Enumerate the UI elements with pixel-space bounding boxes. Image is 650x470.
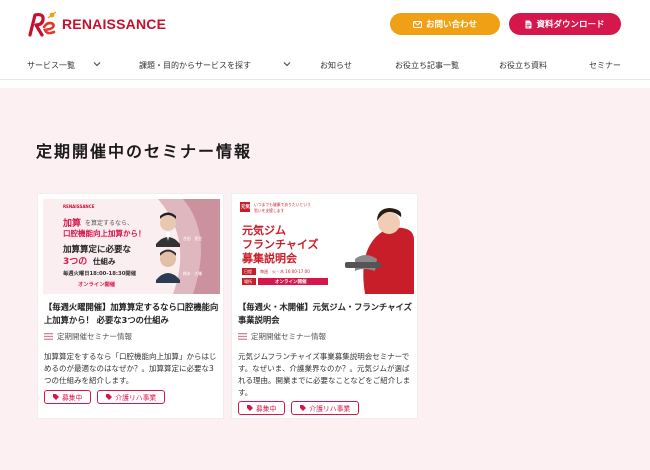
banner-row2-label: 場所 [244,279,252,284]
seminar-card-tags: 募集中 介護リハ事業 [44,390,166,404]
mail-icon [412,20,422,28]
speaker2-name: 橋本 大輔 [183,271,202,276]
seminar-card-title[interactable]: 【毎週火曜開催】加算算定するなら口腔機能向上加算から！ 必要な3つの仕組み [44,301,220,327]
nav-item-news[interactable]: お知らせ [320,60,352,71]
seminar-card-tags: 募集中 介護リハ事業 [238,401,360,415]
page-title: 定期開催中のセミナー情報 [36,142,253,161]
seminar-card-category: 定期開催セミナー情報 [44,331,132,342]
tag-label: 介護リハ事業 [115,394,157,402]
nav-item-seminars[interactable]: セミナー [589,60,621,71]
nav-item-resources[interactable]: お役立ち資料 [499,60,547,71]
tag-icon [300,405,307,411]
tag-recruiting[interactable]: 募集中 [44,390,92,404]
list-icon [44,333,53,340]
chevron-down-icon[interactable] [92,59,102,69]
tag-label: 介護リハ事業 [309,405,351,413]
banner-line1b: を算定するなら、 [85,220,134,227]
tag-icon [53,394,59,400]
document-icon [525,20,532,28]
brand-name: RENAISSANCE [62,16,167,32]
banner-line4a: 3つの [63,257,88,267]
tag-care-rehab[interactable]: 介護リハ事業 [291,401,360,415]
download-button[interactable]: 資料ダウンロード [509,13,621,35]
site-logo[interactable]: RENAISSANCE [26,9,166,39]
logo-mark-icon [26,9,60,39]
banner-badge: 元気 [241,205,250,210]
tag-recruiting[interactable]: 募集中 [238,401,286,415]
banner-brand: RENAISSANCE [63,204,95,209]
banner-line2: 口腔機能向上加算から！ [63,229,146,238]
nav-item-find-by-issue[interactable]: 課題・目的からサービスを探す [139,60,251,71]
contact-button-label: お問い合わせ [425,20,477,30]
banner-line3: 募集説明会 [242,252,297,265]
banner-line4b: 仕組み [93,257,116,266]
seminar-card-image[interactable]: 元気 いつまでも健康でありたいという 思いを支援します 元気ジム フランチャイズ… [237,199,414,294]
banner-row2-value: オンライン開催 [275,280,307,285]
tag-care-rehab[interactable]: 介護リハ事業 [97,390,166,404]
seminar-card-image[interactable]: RENAISSANCE 加算 を算定するなら、 口腔機能向上加算から！ 加算算定… [43,199,220,294]
banner-row1-value: 毎週 火・木 16:00-17:00 [260,269,310,274]
seminar-card-title[interactable]: 【毎週火・木開催】元気ジム・フランチャイズ事業説明会 [238,301,414,327]
tag-icon [247,405,253,411]
nav-item-services[interactable]: サービス一覧 [27,60,75,71]
seminar-card[interactable]: 元気 いつまでも健康でありたいという 思いを支援します 元気ジム フランチャイズ… [231,193,418,419]
banner-schedule: 毎週火曜日18:00-18:30開催 [63,271,136,277]
category-label: 定期開催セミナー情報 [251,332,326,341]
banner-row1-label: 日程 [244,269,252,274]
seminar-card-description: 元気ジムフランチャイズ事業募集説明会セミナーです。なぜいま、介護業界なのか？。元… [238,352,411,397]
list-icon [238,333,247,340]
seminar-card-description: 加算算定をするなら「口腔機能向上加算」からはじめるのが最適なのはなぜか？。加算算… [44,352,217,385]
seminar-card-category: 定期開催セミナー情報 [238,331,326,342]
site-header: RENAISSANCE お問い合わせ 資料ダウンロード [0,0,650,50]
speaker1-name: 合田 恵里 [183,236,202,241]
contact-button[interactable]: お問い合わせ [390,13,500,35]
seminar-card[interactable]: RENAISSANCE 加算 を算定するなら、 口腔機能向上加算から！ 加算算定… [37,193,224,419]
nav-item-articles[interactable]: お役立ち記事一覧 [395,60,459,71]
main-nav: サービス一覧 課題・目的からサービスを探す お知らせ お役立ち記事一覧 お役立ち… [0,50,650,80]
category-label: 定期開催セミナー情報 [57,332,132,341]
tag-label: 募集中 [62,394,83,402]
banner-online: オンライン開催 [78,282,116,288]
chevron-down-icon[interactable] [282,59,292,69]
tag-icon [106,394,113,400]
seminar-section: 定期開催中のセミナー情報 RENAISSANCE 加算 を算定するなら、 口腔機… [0,88,650,470]
tag-label: 募集中 [256,405,277,413]
download-button-label: 資料ダウンロード [536,20,605,30]
banner-tagline2: 思いを支援します [254,208,285,213]
